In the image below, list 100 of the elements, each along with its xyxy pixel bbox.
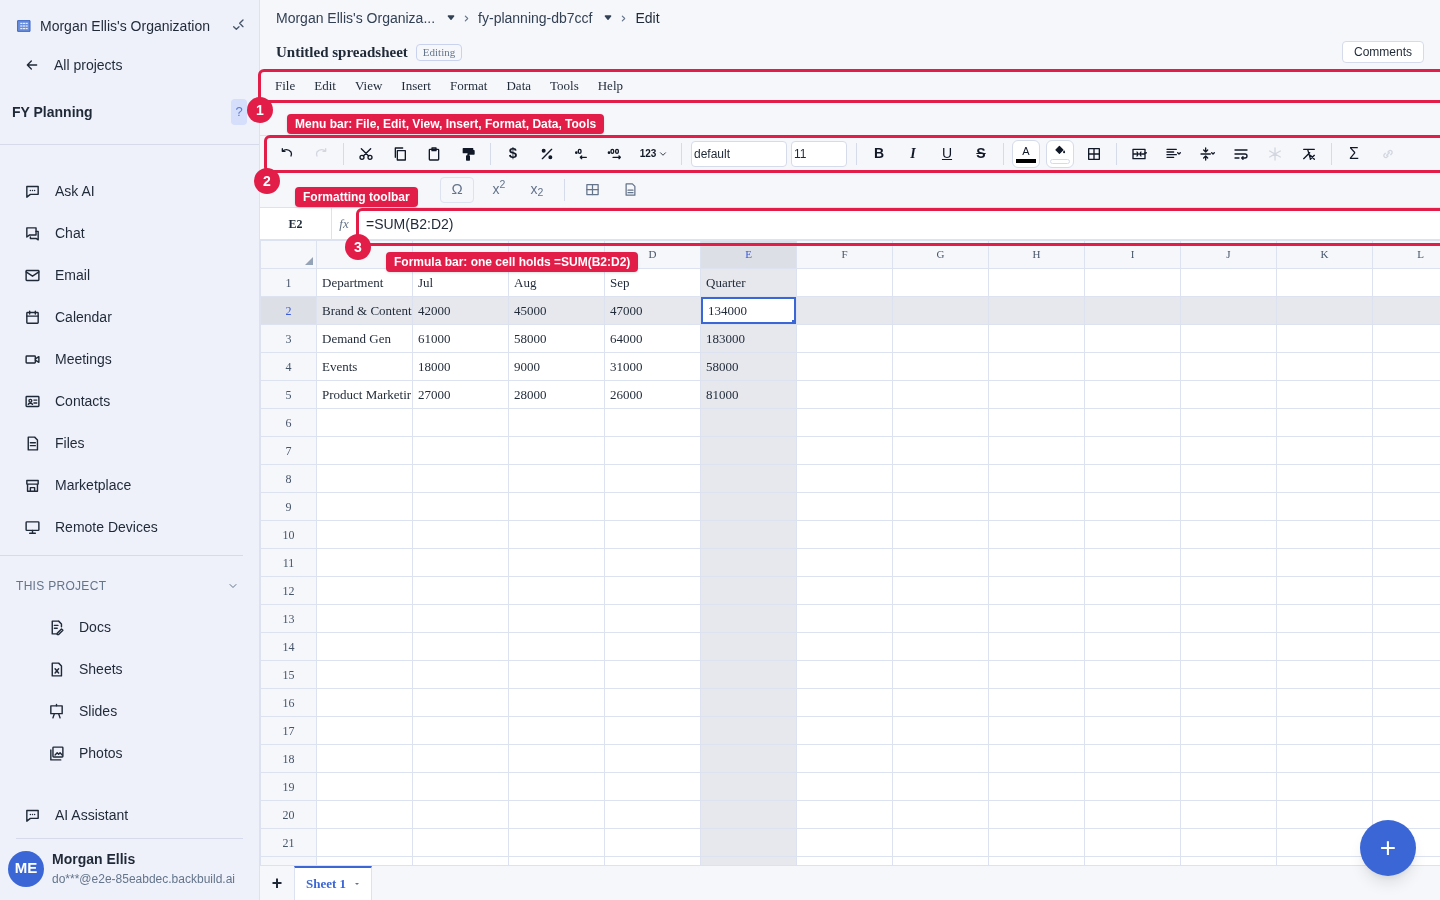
- superscript-button[interactable]: x$^{2}$: [482, 176, 516, 203]
- menu-item[interactable]: Edit: [314, 75, 336, 96]
- column-header[interactable]: J: [1180, 240, 1277, 269]
- row-header[interactable]: 1: [260, 268, 317, 297]
- sidebar-item[interactable]: Files: [0, 422, 245, 464]
- sidebar-item[interactable]: Marketplace: [0, 464, 245, 506]
- row-header[interactable]: 19: [260, 772, 317, 801]
- project-item[interactable]: Slides: [0, 690, 259, 732]
- symbol-button[interactable]: Ω: [440, 176, 474, 203]
- table-cell[interactable]: Product Marketir: [317, 381, 412, 408]
- row-header[interactable]: 16: [260, 688, 317, 717]
- table-cell[interactable]: Quarter: [701, 269, 796, 296]
- row-header[interactable]: 6: [260, 408, 317, 437]
- all-projects-link[interactable]: All projects: [24, 54, 123, 76]
- row-header[interactable]: 10: [260, 520, 317, 549]
- sidebar-item[interactable]: Remote Devices: [0, 506, 245, 548]
- project-item[interactable]: Photos: [0, 732, 259, 774]
- table-cell[interactable]: 28000: [509, 381, 604, 408]
- comments-button[interactable]: Comments: [1342, 41, 1424, 63]
- table-cell[interactable]: 81000: [701, 381, 796, 408]
- table-cell[interactable]: 45000: [509, 297, 604, 324]
- table-cell[interactable]: 31000: [605, 353, 700, 380]
- row-header[interactable]: 7: [260, 436, 317, 465]
- underline-button[interactable]: U: [930, 139, 964, 168]
- sidebar-item[interactable]: Chat: [0, 212, 245, 254]
- table-cell[interactable]: Brand & Content: [317, 297, 412, 324]
- breadcrumb-link[interactable]: Edit: [635, 7, 660, 29]
- column-header[interactable]: E: [700, 240, 797, 269]
- menu-item[interactable]: View: [354, 75, 383, 96]
- row-header[interactable]: 12: [260, 576, 317, 605]
- italic-button[interactable]: I: [896, 139, 930, 168]
- row-header[interactable]: 8: [260, 464, 317, 493]
- menu-item[interactable]: Help: [597, 75, 623, 96]
- menu-item[interactable]: Tools: [550, 75, 579, 96]
- menu-item[interactable]: Data: [506, 75, 531, 96]
- bold-button[interactable]: B: [862, 139, 896, 168]
- row-header[interactable]: 21: [260, 828, 317, 857]
- column-header[interactable]: G: [892, 240, 989, 269]
- sidebar-item[interactable]: Contacts: [0, 380, 245, 422]
- dropdown-icon[interactable]: [447, 14, 456, 22]
- organization-name[interactable]: Morgan Ellis's Organization: [40, 15, 223, 37]
- column-header[interactable]: I: [1084, 240, 1181, 269]
- sidebar-item[interactable]: Ask AI: [0, 170, 245, 212]
- table-cell[interactable]: 26000: [605, 381, 700, 408]
- table-cell[interactable]: 9000: [509, 353, 604, 380]
- text-color-button[interactable]: A: [1012, 139, 1040, 168]
- menu-item[interactable]: Insert: [401, 75, 431, 96]
- row-header[interactable]: 4: [260, 352, 317, 381]
- sum-button[interactable]: Σ: [1337, 139, 1371, 168]
- row-header[interactable]: 13: [260, 604, 317, 633]
- table-cell[interactable]: Jul: [413, 269, 508, 296]
- row-header[interactable]: 11: [260, 548, 317, 577]
- menu-item[interactable]: File: [275, 75, 296, 96]
- table-cell[interactable]: 134000: [701, 297, 796, 324]
- row-header[interactable]: 2: [260, 296, 317, 325]
- font-size-field[interactable]: 11: [791, 140, 847, 167]
- row-header[interactable]: 5: [260, 380, 317, 409]
- row-header[interactable]: 3: [260, 324, 317, 353]
- row-header[interactable]: 15: [260, 660, 317, 689]
- breadcrumb-link[interactable]: Morgan Ellis's Organiza...: [276, 7, 436, 29]
- column-header[interactable]: H: [988, 240, 1085, 269]
- row-header[interactable]: 14: [260, 632, 317, 661]
- fill-color-button[interactable]: [1046, 139, 1074, 168]
- table-cell[interactable]: Sep: [605, 269, 700, 296]
- table-cell[interactable]: Department: [317, 269, 412, 296]
- table-cell[interactable]: 47000: [605, 297, 700, 324]
- add-sheet-button[interactable]: +: [260, 866, 294, 900]
- table-cell[interactable]: 61000: [413, 325, 508, 352]
- column-header[interactable]: K: [1276, 240, 1373, 269]
- table-cell[interactable]: 183000: [701, 325, 796, 352]
- row-header[interactable]: 9: [260, 492, 317, 521]
- sidebar-item[interactable]: Calendar: [0, 296, 245, 338]
- number-format-button[interactable]: 123: [632, 139, 676, 168]
- table-cell[interactable]: 18000: [413, 353, 508, 380]
- strike-button[interactable]: S: [964, 139, 998, 168]
- table-cell[interactable]: Aug: [509, 269, 604, 296]
- dropdown-icon[interactable]: [604, 14, 613, 22]
- breadcrumb-link[interactable]: fy-planning-db7ccf: [478, 7, 593, 29]
- sidebar-item[interactable]: Meetings: [0, 338, 245, 380]
- row-header[interactable]: 17: [260, 716, 317, 745]
- row-header[interactable]: 18: [260, 744, 317, 773]
- name-box[interactable]: E2: [260, 208, 332, 239]
- column-header[interactable]: F: [796, 240, 893, 269]
- menu-item[interactable]: Format: [449, 75, 488, 96]
- table-cell[interactable]: 58000: [701, 353, 796, 380]
- table-cell[interactable]: Events: [317, 353, 412, 380]
- subscript-button[interactable]: x$_{2}$: [520, 176, 554, 203]
- project-item[interactable]: Sheets: [0, 648, 259, 690]
- assistant-item[interactable]: AI Assistant: [0, 794, 259, 836]
- currency-button[interactable]: $: [496, 139, 530, 168]
- table-cell[interactable]: 27000: [413, 381, 508, 408]
- table-cell[interactable]: 42000: [413, 297, 508, 324]
- font-field[interactable]: default: [691, 140, 787, 167]
- row-header[interactable]: 20: [260, 800, 317, 829]
- table-cell[interactable]: Demand Gen: [317, 325, 412, 352]
- sidebar-item[interactable]: Email: [0, 254, 245, 296]
- column-header[interactable]: L: [1372, 240, 1440, 269]
- section-header[interactable]: THIS PROJECT: [0, 566, 259, 606]
- table-cell[interactable]: 64000: [605, 325, 700, 352]
- sheet-tab[interactable]: Sheet 1: [294, 866, 372, 900]
